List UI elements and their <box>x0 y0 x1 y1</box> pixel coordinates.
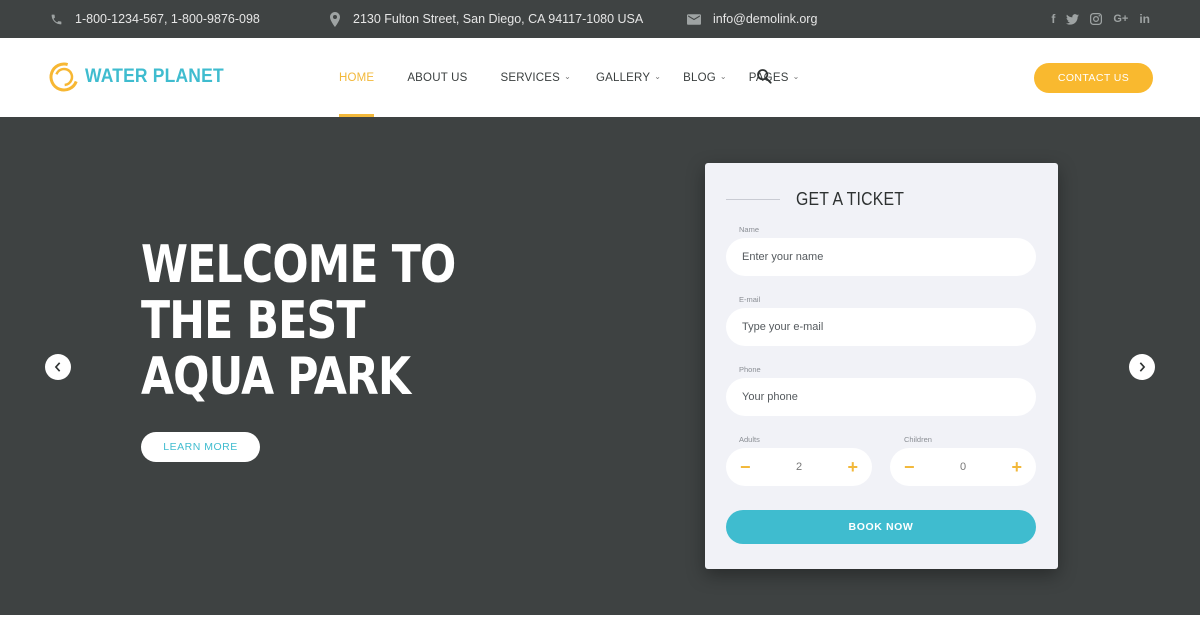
phone-icon <box>51 14 62 24</box>
ticket-form: GET A TICKET Name E-mail Phone Adults − … <box>705 163 1058 569</box>
chevron-right-icon <box>1139 362 1146 372</box>
hero-title-line: THE BEST <box>141 291 365 351</box>
search-button[interactable] <box>756 68 772 89</box>
chevron-down-icon: ⌄ <box>654 72 662 81</box>
address-text: 2130 Fulton Street, San Diego, CA 94117-… <box>353 12 644 26</box>
facebook-icon[interactable]: f <box>1051 13 1055 25</box>
phone-label: Phone <box>739 365 761 374</box>
hero-title-line: AQUA PARK <box>141 347 411 407</box>
social-links: f G+ in <box>1051 0 1150 38</box>
adults-stepper: − 2 + <box>726 448 872 486</box>
logo-text: WATER PLANET <box>85 66 224 87</box>
children-label: Children <box>904 435 932 444</box>
nav-item-services[interactable]: SERVICES ⌄ <box>501 38 571 117</box>
water-planet-logo-icon <box>49 62 79 92</box>
envelope-icon <box>687 13 701 25</box>
main-nav: HOME ABOUT US SERVICES ⌄ GALLERY ⌄ BLOG … <box>339 38 799 117</box>
chevron-down-icon: ⌄ <box>719 72 727 81</box>
nav-label: GALLERY <box>595 71 651 84</box>
logo[interactable]: WATER PLANET <box>48 60 236 94</box>
children-decrement-button[interactable]: − <box>904 458 915 476</box>
nav-label: BLOG <box>683 71 716 84</box>
main-header: WATER PLANET HOME ABOUT US SERVICES ⌄ GA… <box>0 38 1200 117</box>
nav-label: HOME <box>339 71 375 84</box>
nav-label: SERVICES <box>500 71 561 84</box>
name-input[interactable] <box>726 238 1036 276</box>
hero-section: WELCOME TO THE BEST AQUA PARK LEARN MORE… <box>0 117 1200 615</box>
hero-title-line: WELCOME TO <box>141 235 456 295</box>
children-increment-button[interactable]: + <box>1011 458 1022 476</box>
nav-item-home[interactable]: HOME <box>339 38 375 117</box>
contact-us-button[interactable]: CONTACT US <box>1034 63 1153 93</box>
email-info: info@demolink.org <box>687 0 817 38</box>
top-bar: 1-800-1234-567, 1-800-9876-098 2130 Fult… <box>0 0 1200 38</box>
adults-increment-button[interactable]: + <box>847 458 858 476</box>
address-info: 2130 Fulton Street, San Diego, CA 94117-… <box>329 0 643 38</box>
slider-next-button[interactable] <box>1129 354 1155 380</box>
ticket-title: GET A TICKET <box>796 189 905 209</box>
learn-more-button[interactable]: LEARN MORE <box>141 432 260 462</box>
email-text[interactable]: info@demolink.org <box>713 12 817 26</box>
nav-label: ABOUT US <box>407 71 468 84</box>
location-pin-icon <box>330 11 340 27</box>
search-icon <box>757 69 772 84</box>
adults-label: Adults <box>739 435 760 444</box>
chevron-down-icon: ⌄ <box>792 72 800 81</box>
phone-info: 1-800-1234-567, 1-800-9876-098 <box>50 0 260 38</box>
email-label: E-mail <box>739 295 761 304</box>
nav-item-gallery[interactable]: GALLERY ⌄ <box>596 38 661 117</box>
linkedin-icon[interactable]: in <box>1139 13 1150 25</box>
title-divider <box>726 199 780 200</box>
google-plus-icon[interactable]: G+ <box>1113 13 1128 25</box>
twitter-icon[interactable] <box>1066 13 1080 25</box>
chevron-down-icon: ⌄ <box>564 72 571 81</box>
phone-input[interactable] <box>726 378 1036 416</box>
nav-item-about-us[interactable]: ABOUT US <box>407 38 467 117</box>
slider-prev-button[interactable] <box>45 354 71 380</box>
email-input[interactable] <box>726 308 1036 346</box>
chevron-left-icon <box>54 362 61 372</box>
adults-value[interactable]: 2 <box>796 461 802 473</box>
children-stepper: − 0 + <box>890 448 1036 486</box>
instagram-icon[interactable] <box>1090 13 1103 25</box>
book-now-button[interactable]: BOOK NOW <box>726 510 1036 544</box>
phone-text: 1-800-1234-567, 1-800-9876-098 <box>75 12 260 26</box>
hero-title: WELCOME TO THE BEST AQUA PARK <box>141 237 485 405</box>
name-label: Name <box>739 225 760 234</box>
adults-decrement-button[interactable]: − <box>740 458 751 476</box>
nav-item-blog[interactable]: BLOG ⌄ <box>683 38 727 117</box>
children-value[interactable]: 0 <box>960 461 966 473</box>
